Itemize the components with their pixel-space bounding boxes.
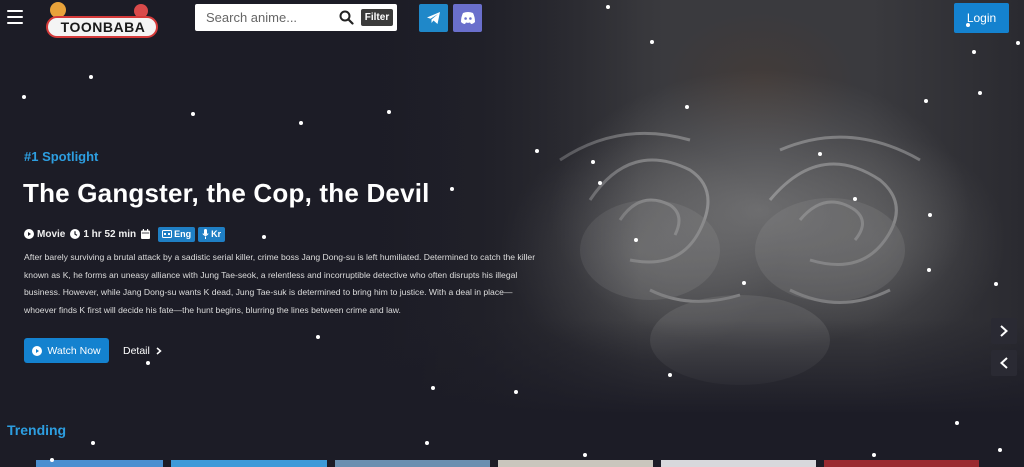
- meta-type-label: Movie: [37, 228, 66, 240]
- trending-card[interactable]: [171, 460, 327, 467]
- top-header: TOONBABA Filter Login: [0, 0, 1024, 40]
- discord-icon: [461, 12, 475, 24]
- hero-meta-row: Movie 1 hr 52 min Eng Kr: [24, 226, 228, 242]
- trending-card[interactable]: [498, 460, 653, 467]
- slider-next-button[interactable]: [991, 318, 1017, 344]
- telegram-button[interactable]: [419, 4, 448, 32]
- login-button[interactable]: Login: [954, 3, 1009, 33]
- trending-list: [0, 460, 1024, 467]
- menu-icon[interactable]: [7, 10, 23, 24]
- mic-icon: [202, 229, 209, 239]
- sub-badge-label: Eng: [174, 229, 192, 239]
- discord-button[interactable]: [453, 4, 482, 32]
- search-icon[interactable]: [339, 10, 354, 25]
- menu-bar: [7, 22, 23, 24]
- filter-button[interactable]: Filter: [361, 9, 393, 26]
- dub-badge-label: Kr: [211, 229, 222, 239]
- spotlight-rank: #1 Spotlight: [24, 149, 99, 164]
- calendar-icon: [141, 229, 151, 239]
- trending-card[interactable]: [824, 460, 979, 467]
- telegram-icon: [427, 12, 440, 24]
- watch-now-label: Watch Now: [47, 344, 101, 357]
- chevron-right-icon: [1000, 325, 1008, 337]
- slider-prev-button[interactable]: [991, 350, 1017, 376]
- meta-duration-label: 1 hr 52 min: [83, 228, 137, 240]
- trending-heading: Trending: [7, 422, 67, 438]
- play-circle-icon: [32, 345, 43, 356]
- hero-description: After barely surviving a brutal attack b…: [24, 252, 536, 315]
- cc-icon: [162, 230, 173, 238]
- hero-title: The Gangster, the Cop, the Devil: [23, 178, 430, 208]
- page: TOONBABA Filter Login #1 Spotlight The G: [0, 0, 1024, 467]
- detail-label: Detail: [123, 345, 150, 357]
- trending-card[interactable]: [661, 460, 816, 467]
- hero-bottom-fade: [0, 320, 1024, 415]
- menu-bar: [7, 10, 23, 12]
- menu-bar: [7, 16, 23, 18]
- meta-duration: 1 hr 52 min: [70, 229, 136, 240]
- site-logo[interactable]: TOONBABA: [46, 2, 160, 40]
- play-circle-icon: [24, 229, 34, 239]
- watch-now-button[interactable]: Watch Now: [24, 338, 109, 363]
- dub-badge: Kr: [198, 226, 226, 242]
- meta-date: [141, 229, 153, 239]
- trending-card[interactable]: [36, 460, 163, 467]
- meta-type: Movie: [24, 229, 65, 240]
- chevron-left-icon: [1000, 357, 1008, 369]
- search-input[interactable]: [195, 4, 335, 31]
- clock-icon: [70, 229, 81, 239]
- sub-badge: Eng: [158, 226, 196, 242]
- chevron-right-icon: [156, 347, 162, 355]
- logo-text: TOONBABA: [60, 19, 146, 35]
- trending-card[interactable]: [335, 460, 490, 467]
- detail-button[interactable]: Detail: [123, 344, 162, 358]
